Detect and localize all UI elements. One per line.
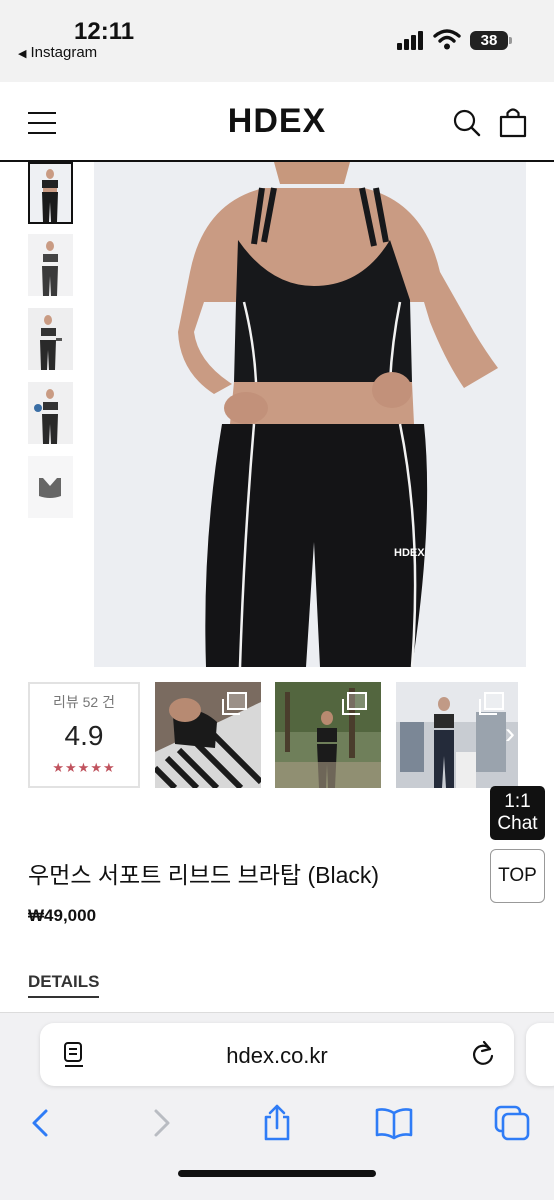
one-to-one-chat-button[interactable]: 1:1 Chat bbox=[490, 786, 545, 840]
bookmarks-icon[interactable] bbox=[374, 1103, 414, 1143]
multi-photo-icon bbox=[479, 692, 504, 715]
review-stars: ★★★★★ bbox=[52, 760, 116, 775]
home-indicator[interactable] bbox=[178, 1170, 376, 1177]
back-app-label: Instagram bbox=[30, 44, 98, 61]
scroll-top-button[interactable]: TOP bbox=[490, 849, 545, 903]
back-arrow-icon[interactable] bbox=[22, 1103, 62, 1143]
svg-text:HDEX: HDEX bbox=[394, 547, 425, 559]
search-icon[interactable] bbox=[452, 108, 482, 138]
product-price: ₩49,000 bbox=[28, 906, 97, 925]
review-count-label: 리뷰 52 건 bbox=[53, 694, 115, 710]
chat-label-line2: Chat bbox=[497, 813, 538, 834]
product-thumbnail[interactable] bbox=[28, 456, 73, 518]
cellular-signal-icon bbox=[397, 30, 423, 50]
url-text: hdex.co.kr bbox=[226, 1043, 328, 1068]
shopping-bag-icon[interactable] bbox=[498, 106, 528, 138]
chat-label-line1: 1:1 bbox=[504, 791, 531, 812]
address-bar[interactable]: hdex.co.kr bbox=[40, 1023, 514, 1086]
review-summary-card[interactable]: 리뷰 52 건 4.9 ★★★★★ bbox=[28, 682, 140, 788]
review-score: 4.9 bbox=[64, 720, 104, 751]
battery-icon: 38 bbox=[470, 31, 512, 50]
forward-arrow-icon[interactable] bbox=[140, 1103, 180, 1143]
product-main-image[interactable]: HDEX bbox=[94, 162, 526, 667]
next-tab-preview[interactable] bbox=[526, 1023, 554, 1086]
reload-icon[interactable] bbox=[470, 1040, 496, 1068]
site-header: HDEX bbox=[0, 82, 554, 162]
review-photo[interactable] bbox=[275, 682, 381, 788]
status-time: 12:11 bbox=[74, 18, 135, 45]
back-to-app-link[interactable]: ◀ Instagram bbox=[18, 44, 97, 61]
wifi-icon bbox=[433, 29, 461, 50]
review-photo[interactable] bbox=[155, 682, 261, 788]
product-thumbnail[interactable] bbox=[28, 382, 73, 444]
status-bar: 12:11 ◀ Instagram 38 bbox=[0, 0, 554, 82]
product-thumbnail[interactable] bbox=[28, 162, 73, 224]
multi-photo-icon bbox=[222, 692, 247, 715]
back-triangle-icon: ◀ bbox=[18, 48, 27, 60]
share-icon[interactable] bbox=[257, 1103, 297, 1143]
carousel-next-arrow-icon[interactable]: › bbox=[500, 712, 520, 756]
multi-photo-icon bbox=[342, 692, 367, 715]
product-thumbnail[interactable] bbox=[28, 234, 73, 296]
tab-details[interactable]: DETAILS bbox=[28, 972, 100, 998]
tabs-icon[interactable] bbox=[492, 1103, 532, 1143]
product-title: 우먼스 서포트 리브드 브라탑 (Black) bbox=[28, 862, 380, 888]
product-thumbnail[interactable] bbox=[28, 308, 73, 370]
